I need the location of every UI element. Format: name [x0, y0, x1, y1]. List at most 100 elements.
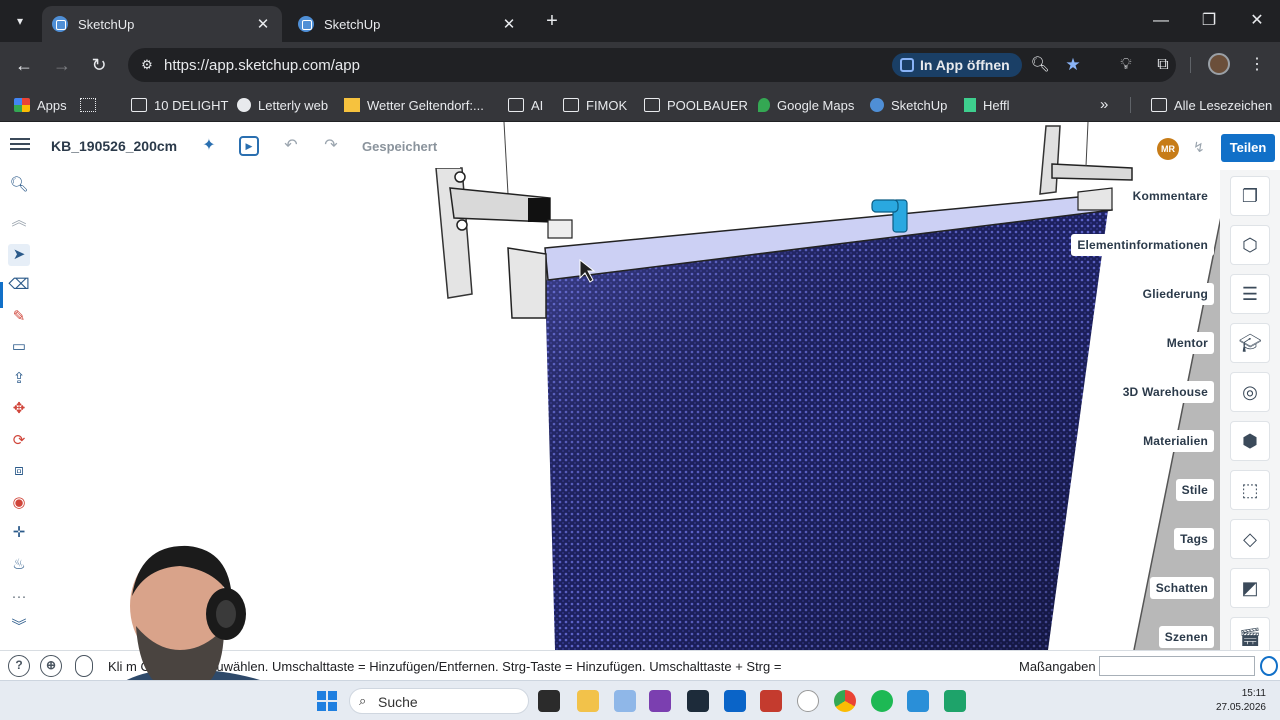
panel-label[interactable]: Szenen — [1158, 626, 1214, 648]
paint-bucket-tool-icon[interactable]: ♨ — [8, 554, 30, 576]
panel-label[interactable]: Tags — [1174, 528, 1214, 550]
expand-down-chevron-icon[interactable]: ︾ — [8, 616, 30, 638]
windows-start-icon[interactable] — [317, 691, 337, 711]
bookmark-poolbauer[interactable]: POOLBAUER — [644, 88, 748, 122]
android-app-icon[interactable] — [944, 690, 966, 712]
panel-label[interactable]: Elementinformationen — [1071, 234, 1214, 256]
browser-menu-dots-icon[interactable]: ⋮ — [1245, 53, 1269, 77]
user-avatar[interactable]: MR — [1157, 138, 1179, 160]
collapse-up-chevron-icon[interactable]: ︽ — [8, 210, 30, 232]
bookmark-heffl[interactable]: Heffl — [964, 88, 1010, 122]
panel-3d-warehouse-button[interactable]: ◎ — [1230, 372, 1270, 412]
bookmark-star-icon[interactable]: ★ — [1062, 54, 1084, 76]
panel-shadows-button[interactable]: ◩ — [1230, 568, 1270, 608]
panel-label[interactable]: Schatten — [1149, 577, 1214, 599]
bookmark-sketchup[interactable]: SketchUp — [870, 88, 947, 122]
system-clock[interactable]: 15:11 27.05.2026 — [1200, 687, 1266, 715]
extensions-puzzle-icon[interactable]: ⧉ — [1151, 53, 1175, 77]
right-bracket — [1051, 163, 1133, 181]
shadows-icon: ◩ — [1241, 578, 1259, 598]
move-tool-icon[interactable]: ✥ — [8, 398, 30, 420]
left-clamp — [507, 247, 547, 319]
model-title[interactable]: KB_190526_200cm — [51, 138, 177, 154]
panel-label[interactable]: Stile — [1175, 479, 1214, 501]
more-tools-dots-icon[interactable]: ··· — [8, 586, 30, 608]
notifications-icon[interactable]: ↯ — [1193, 139, 1205, 156]
bookmarks-overflow-chevron-icon[interactable]: » — [1100, 88, 1108, 122]
tab-sketchup-second[interactable]: SketchUp ✕ — [288, 6, 528, 42]
zoom-search-icon[interactable]: 🔍︎ — [1029, 54, 1051, 76]
chrome-icon[interactable] — [834, 690, 856, 712]
outlook-icon[interactable] — [724, 690, 746, 712]
panel-tags-button[interactable]: ◇ — [1230, 519, 1270, 559]
photos-app-icon[interactable] — [907, 690, 929, 712]
lightbulb-extension-icon[interactable]: 💡︎ — [1114, 53, 1138, 77]
scale-tool-icon[interactable]: ⧈ — [8, 460, 30, 482]
panel-styles-button[interactable]: ⬚ — [1230, 470, 1270, 510]
panel-label[interactable]: Materialien — [1137, 430, 1214, 452]
profile-avatar[interactable] — [1208, 53, 1230, 75]
site-settings-icon[interactable]: ⚙ — [138, 56, 156, 74]
undo-icon[interactable]: ↶ — [281, 136, 301, 156]
panel-label[interactable]: Mentor — [1160, 332, 1214, 354]
panel-label[interactable]: Kommentare — [1126, 185, 1214, 207]
panel-mentor-button[interactable]: 🎓︎ — [1230, 323, 1270, 363]
sketchup-desktop-icon[interactable] — [797, 690, 819, 712]
rectangle-tool-icon[interactable]: ▭ — [8, 336, 30, 358]
back-arrow-icon[interactable]: ← — [10, 51, 38, 79]
tab-sketchup-active[interactable]: SketchUp ✕ — [42, 6, 282, 42]
terminal-app-icon[interactable] — [687, 690, 709, 712]
onenote-icon[interactable] — [649, 690, 671, 712]
open-in-app-button[interactable]: In App öffnen — [892, 53, 1022, 77]
help-question-icon[interactable]: ? — [8, 655, 30, 677]
new-tab-plus-icon[interactable]: + — [540, 8, 564, 34]
restore-window-icon[interactable]: ❐ — [1186, 8, 1232, 34]
orbit-tool-icon[interactable]: ◉ — [8, 492, 30, 514]
minimize-window-icon[interactable]: — — [1138, 8, 1184, 34]
forward-arrow-icon[interactable]: → — [48, 51, 76, 79]
globe-geolocation-icon[interactable]: ⊕ — [40, 655, 62, 677]
axes-tool-icon[interactable]: ✛ — [8, 522, 30, 544]
redo-icon[interactable]: ↷ — [321, 136, 341, 156]
taskbar-search[interactable]: ⌕ Suche — [349, 688, 529, 714]
bookmark-all-bookmarks[interactable]: Alle Lesezeichen — [1151, 88, 1272, 122]
search-tool-icon[interactable]: 🔍︎ — [8, 174, 30, 196]
bookmark-apps[interactable]: Apps — [14, 88, 67, 122]
bookmark-google-maps[interactable]: Google Maps — [758, 88, 854, 122]
url-text[interactable]: https://app.sketchup.com/app — [164, 57, 360, 74]
tab-close-icon[interactable]: ✕ — [500, 15, 518, 33]
bookmark-fimok[interactable]: FIMOK — [563, 88, 627, 122]
main-menu-hamburger-icon[interactable] — [10, 135, 30, 155]
tab-label: SketchUp — [324, 16, 381, 32]
task-view-icon[interactable] — [538, 690, 560, 712]
file-explorer-icon[interactable] — [577, 690, 599, 712]
panel-materials-button[interactable]: ⬢ — [1230, 421, 1270, 461]
panel-entity-info-button[interactable]: ⬡ — [1230, 225, 1270, 265]
snipping-tool-icon[interactable] — [614, 690, 636, 712]
push-pull-tool-icon[interactable]: ⇪ — [8, 368, 30, 390]
spotify-icon[interactable] — [871, 690, 893, 712]
present-play-icon[interactable]: ▶ — [239, 136, 259, 156]
bookmark-wetter[interactable]: Wetter Geltendorf:... — [344, 88, 484, 122]
bookmark-ai[interactable]: AI — [508, 88, 543, 122]
close-window-icon[interactable]: ✕ — [1234, 8, 1280, 34]
panel-comments-button[interactable]: ❐ — [1230, 176, 1270, 216]
bookmark-apps-launcher[interactable] — [80, 88, 103, 122]
reload-icon[interactable]: ↻ — [85, 51, 113, 79]
select-tool-icon[interactable]: ➤ — [8, 244, 30, 266]
eraser-tool-icon[interactable]: ⌫ — [8, 274, 30, 296]
share-button[interactable]: Teilen — [1221, 134, 1275, 162]
bookmark-10-delight[interactable]: 10 DELIGHT — [131, 88, 228, 122]
ai-sparkle-icon[interactable]: ✦ — [199, 136, 219, 156]
panel-outliner-button[interactable]: ☰ — [1230, 274, 1270, 314]
panel-label[interactable]: 3D Warehouse — [1116, 381, 1214, 403]
tab-close-icon[interactable]: ✕ — [254, 15, 272, 33]
address-bar[interactable]: ⚙ https://app.sketchup.com/app In App öf… — [128, 48, 1176, 82]
panel-label[interactable]: Gliederung — [1136, 283, 1214, 305]
bookmark-letterly[interactable]: Letterly web — [237, 88, 328, 122]
measurements-input[interactable] — [1099, 656, 1255, 676]
rotate-tool-icon[interactable]: ⟳ — [8, 430, 30, 452]
pdf-app-icon[interactable] — [760, 690, 782, 712]
tab-search-chevron-icon[interactable]: ▾ — [6, 8, 34, 34]
pencil-tool-icon[interactable]: ✎ — [8, 306, 30, 328]
